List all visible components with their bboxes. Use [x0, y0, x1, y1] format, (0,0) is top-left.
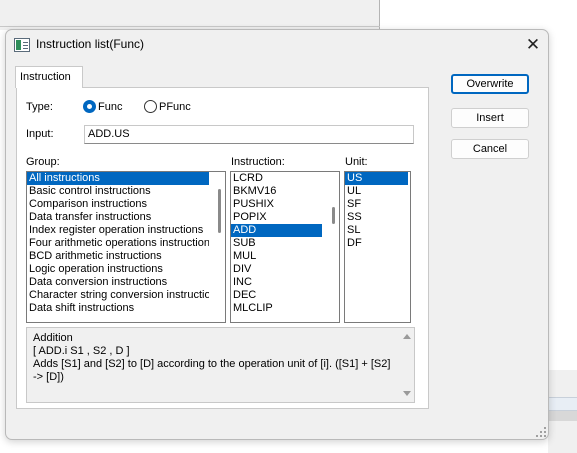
description-syntax: [ ADD.i S1 , S2 , D ]	[33, 345, 130, 357]
instruction-item[interactable]: POPIX	[231, 211, 339, 224]
group-item[interactable]: Data shift instructions	[27, 302, 225, 315]
pfunc-radio[interactable]	[144, 100, 157, 113]
scroll-up-icon[interactable]	[403, 334, 411, 339]
group-item[interactable]: Index register operation instructions	[27, 224, 225, 237]
instruction-item[interactable]: MLCLIP	[231, 302, 339, 315]
func-radio-label[interactable]: Func	[98, 101, 122, 113]
overwrite-button[interactable]: Overwrite	[451, 74, 529, 94]
resize-grip-icon[interactable]	[536, 427, 546, 437]
group-item[interactable]: Comparison instructions	[27, 198, 225, 211]
instruction-label: Instruction:	[231, 156, 285, 168]
unit-listbox[interactable]: US UL SF SS SL DF	[344, 171, 411, 323]
unit-item[interactable]: US	[345, 172, 408, 185]
group-scrollbar[interactable]	[218, 189, 221, 233]
description-text: Addition [ ADD.i S1 , S2 , D ] Adds [S1]…	[33, 332, 393, 384]
group-item[interactable]: Basic control instructions	[27, 185, 225, 198]
instruction-item[interactable]: DEC	[231, 289, 339, 302]
instruction-item[interactable]: ADD	[231, 224, 322, 237]
description-title: Addition	[33, 332, 73, 344]
background-band	[548, 397, 577, 411]
pfunc-radio-label[interactable]: PFunc	[159, 101, 191, 113]
unit-item[interactable]: UL	[345, 185, 410, 198]
group-item[interactable]: Four arithmetic operations instructions	[27, 237, 209, 250]
insert-button[interactable]: Insert	[451, 108, 529, 128]
group-label: Group:	[26, 156, 60, 168]
title-bar[interactable]: Instruction list(Func) ✕	[6, 30, 548, 60]
cancel-button[interactable]: Cancel	[451, 139, 529, 159]
group-listbox[interactable]: All instructions Basic control instructi…	[26, 171, 226, 323]
tab-instruction[interactable]: Instruction	[15, 66, 83, 88]
instruction-item[interactable]: PUSHIX	[231, 198, 339, 211]
instruction-listbox[interactable]: LCRD BKMV16 PUSHIX POPIX ADD SUB MUL DIV…	[230, 171, 340, 323]
description-detail: Adds [S1] and [S2] to [D] according to t…	[33, 358, 391, 383]
window-title: Instruction list(Func)	[36, 37, 145, 51]
instruction-item[interactable]: MUL	[231, 250, 339, 263]
group-item[interactable]: Character string conversion instructions	[27, 289, 209, 302]
func-radio[interactable]	[83, 100, 96, 113]
instruction-item[interactable]: INC	[231, 276, 339, 289]
tab-instruction-label: Instruction	[20, 71, 71, 83]
instruction-item[interactable]: SUB	[231, 237, 339, 250]
description-box: Addition [ ADD.i S1 , S2 , D ] Adds [S1]…	[26, 327, 415, 403]
instruction-scrollbar[interactable]	[332, 207, 335, 224]
close-icon[interactable]: ✕	[522, 34, 544, 56]
group-item[interactable]: BCD arithmetic instructions	[27, 250, 225, 263]
type-label: Type:	[26, 101, 53, 113]
app-icon	[14, 38, 30, 52]
scroll-down-icon[interactable]	[403, 391, 411, 396]
unit-item[interactable]: SS	[345, 211, 410, 224]
instruction-list-dialog: Instruction list(Func) ✕ Instruction Typ…	[5, 29, 549, 440]
unit-item[interactable]: SL	[345, 224, 410, 237]
instruction-input[interactable]: ADD.US	[84, 125, 414, 144]
background-band-lower	[548, 411, 577, 421]
group-item[interactable]: Data conversion instructions	[27, 276, 225, 289]
unit-item[interactable]: DF	[345, 237, 410, 250]
group-item[interactable]: Logic operation instructions	[27, 263, 225, 276]
group-item[interactable]: All instructions	[27, 172, 209, 185]
input-label: Input:	[26, 128, 54, 140]
instruction-item[interactable]: DIV	[231, 263, 339, 276]
unit-item[interactable]: SF	[345, 198, 410, 211]
group-item[interactable]: Data transfer instructions	[27, 211, 225, 224]
instruction-item[interactable]: BKMV16	[231, 185, 339, 198]
instruction-item[interactable]: LCRD	[231, 172, 339, 185]
unit-label: Unit:	[345, 156, 368, 168]
background-divider	[0, 26, 380, 27]
